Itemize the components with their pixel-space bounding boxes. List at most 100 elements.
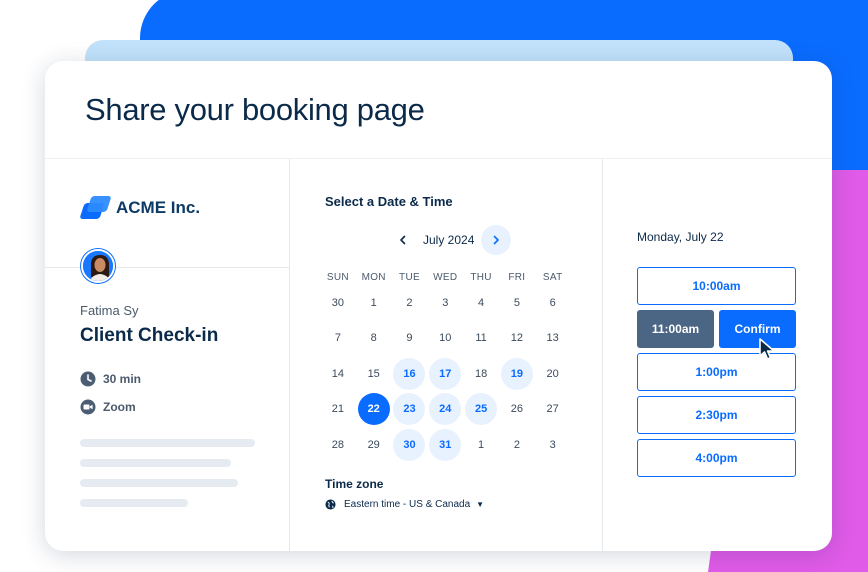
timezone-label: Time zone — [325, 477, 384, 491]
calendar-panel: Select a Date & Time July 2024 SUN MON TUE… — [290, 159, 603, 551]
calendar-grid: SUN MON TUE WED THU FRI SAT 30 1 2 3 4 5 6 7 8 9 10 11 12 1… — [320, 269, 590, 463]
card-header: Share your booking page — [45, 61, 832, 159]
calendar-day-cell: 22 — [356, 393, 392, 426]
calendar-day-cell: 30 — [320, 297, 356, 309]
time-slot-button[interactable]: 10:00am — [637, 267, 796, 305]
unavailable-day: 6 — [549, 296, 556, 309]
next-month-button[interactable] — [481, 225, 511, 255]
unavailable-day: 20 — [546, 367, 559, 380]
weekday-label: SAT — [542, 271, 563, 283]
calendar-week-row: 28 29 30 31 1 2 3 — [320, 427, 590, 463]
unavailable-day: 21 — [331, 403, 345, 416]
unavailable-day: 3 — [442, 296, 449, 309]
available-day[interactable]: 25 — [465, 393, 498, 426]
calendar-heading: Select a Date & Time — [325, 194, 453, 209]
calendar-week-row: 21 22 23 24 25 26 27 — [320, 392, 590, 428]
calendar-day-cell: 14 — [320, 368, 356, 380]
previous-month-button[interactable] — [388, 225, 418, 255]
unavailable-day: 2 — [406, 296, 413, 309]
calendar-day-cell: 18 — [463, 368, 499, 380]
selected-time-slot[interactable]: 11:00am — [637, 310, 714, 348]
selected-date: Monday, July 22 — [637, 230, 724, 244]
available-day[interactable]: 30 — [393, 428, 426, 461]
calendar-week-row: 14 15 16 17 18 19 20 — [320, 356, 590, 392]
calendar-day-cell: 28 — [320, 439, 356, 451]
unavailable-day: 8 — [370, 332, 377, 345]
weekday-label: FRI — [508, 271, 526, 283]
calendar-day-cell: 11 — [463, 332, 499, 344]
brand-name: ACME Inc. — [116, 198, 201, 217]
placeholder-line — [80, 499, 188, 507]
calendar-day-cell: 17 — [427, 357, 463, 390]
available-day[interactable]: 16 — [393, 357, 426, 390]
video-camera-icon — [80, 399, 96, 415]
calendar-day-cell: 10 — [427, 332, 463, 344]
event-duration: 30 min — [80, 371, 141, 387]
calendar-week-row: 30 1 2 3 4 5 6 — [320, 285, 590, 321]
available-day[interactable]: 31 — [429, 428, 462, 461]
calendar-day-cell: 19 — [499, 357, 535, 390]
unavailable-day: 2 — [513, 438, 520, 451]
calendar-day-cell: 23 — [392, 393, 428, 426]
unavailable-day: 5 — [513, 296, 520, 309]
weekday-label: TUE — [399, 271, 420, 283]
unavailable-day: 15 — [367, 367, 380, 380]
time-slot-button[interactable]: 4:00pm — [637, 439, 796, 477]
brand-logo-icon — [79, 193, 112, 223]
time-slot-button[interactable]: 2:30pm — [637, 396, 796, 434]
unavailable-day: 7 — [334, 332, 341, 345]
calendar-day-cell: 9 — [392, 332, 428, 344]
chevron-left-icon — [400, 235, 406, 245]
unavailable-day: 27 — [546, 403, 559, 416]
event-location: Zoom — [80, 399, 136, 415]
calendar-day-cell: 26 — [499, 403, 535, 415]
calendar-day-cell: 15 — [356, 368, 392, 380]
available-day[interactable]: 19 — [500, 357, 533, 390]
unavailable-day: 4 — [478, 296, 485, 309]
clock-icon — [80, 371, 96, 387]
calendar-day-cell: 1 — [356, 297, 392, 309]
time-slots-panel: Monday, July 22 10:00am 11:00am Confirm … — [603, 159, 832, 551]
unavailable-day: 13 — [546, 332, 559, 345]
timezone-value: Eastern time - US & Canada — [344, 499, 471, 510]
avatar-person-icon — [83, 251, 113, 281]
unavailable-day: 28 — [331, 438, 345, 451]
unavailable-day: 1 — [370, 296, 377, 309]
placeholder-line — [80, 479, 238, 487]
unavailable-day: 30 — [331, 296, 345, 309]
calendar-day-cell: 21 — [320, 403, 356, 415]
unavailable-day: 26 — [510, 403, 523, 416]
event-duration-label: 30 min — [103, 372, 142, 386]
calendar-day-cell: 6 — [535, 297, 571, 309]
calendar-day-cell: 2 — [392, 297, 428, 309]
available-day[interactable]: 17 — [429, 357, 462, 390]
month-navigation: July 2024 — [290, 225, 603, 255]
selected-day[interactable]: 22 — [357, 393, 390, 426]
unavailable-day: 18 — [474, 367, 488, 380]
globe-icon — [325, 499, 336, 510]
placeholder-line — [80, 459, 231, 467]
placeholder-line — [80, 439, 255, 447]
unavailable-day: 1 — [478, 438, 485, 451]
calendar-day-cell: 27 — [535, 403, 571, 415]
calendar-day-cell: 3 — [535, 439, 571, 451]
timezone-select[interactable]: Eastern time - US & Canada ▼ — [325, 499, 484, 510]
host-name: Fatima Sy — [80, 303, 139, 318]
event-name: Client Check-in — [80, 325, 219, 346]
booking-page-card: Share your booking page ACME Inc. Fatima… — [45, 61, 832, 551]
unavailable-day: 29 — [367, 438, 380, 451]
calendar-day-cell: 31 — [427, 428, 463, 461]
weekday-label: WED — [433, 271, 458, 283]
weekday-label: SUN — [326, 271, 349, 283]
calendar-day-cell: 3 — [427, 297, 463, 309]
available-day[interactable]: 24 — [429, 393, 462, 426]
available-day[interactable]: 23 — [393, 393, 426, 426]
weekday-label: THU — [470, 271, 492, 283]
unavailable-day: 9 — [406, 332, 413, 345]
calendar-day-cell: 25 — [463, 393, 499, 426]
event-details-panel: ACME Inc. Fatima Sy Client Check-in 30 m… — [45, 159, 290, 551]
calendar-day-cell: 20 — [535, 368, 571, 380]
calendar-day-cell: 5 — [499, 297, 535, 309]
unavailable-day: 10 — [439, 332, 452, 345]
calendar-day-cell: 7 — [320, 332, 356, 344]
